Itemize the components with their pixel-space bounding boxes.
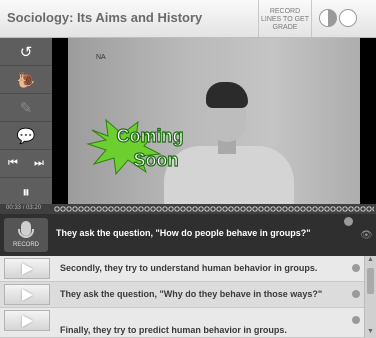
replay-button[interactable]: ↺ bbox=[0, 38, 52, 66]
pie-half-icon bbox=[319, 9, 337, 27]
video-player[interactable]: NA Coming Soon bbox=[52, 38, 376, 204]
status-dot-icon bbox=[352, 316, 360, 324]
transcript-line-text: They ask the question, "Why do they beha… bbox=[60, 289, 323, 299]
transcript-line-text: Finally, they try to predict human behav… bbox=[60, 325, 287, 335]
active-transcript-line[interactable]: RECORD They ask the question, "How do pe… bbox=[0, 214, 376, 256]
play-line-button[interactable] bbox=[4, 310, 50, 331]
play-line-button[interactable] bbox=[4, 284, 50, 305]
record-lines-label: RECORD LINES TO GET GRADE bbox=[261, 8, 309, 31]
next-icon: ⏭ bbox=[34, 157, 44, 169]
status-dot-icon bbox=[352, 264, 360, 272]
microphone-stand-icon bbox=[18, 229, 34, 238]
previous-button[interactable]: ⏮ bbox=[0, 150, 26, 178]
scroll-thumb[interactable] bbox=[367, 268, 374, 294]
player-controls: ↺ 🐌 ✎ 💬 ⏮ ⏭ ⏸ bbox=[0, 38, 52, 204]
replay-icon: ↺ bbox=[19, 43, 33, 61]
transcript-panel: RECORD They ask the question, "How do pe… bbox=[0, 214, 376, 338]
header-bar: Sociology: Its Aims and History RECORD L… bbox=[0, 0, 376, 38]
play-line-button[interactable] bbox=[4, 258, 50, 279]
transcript-row[interactable]: They ask the question, "Why do they beha… bbox=[0, 282, 364, 308]
timeline-bar[interactable]: 00:33 / 03:20 bbox=[0, 204, 376, 214]
status-dot-icon bbox=[352, 290, 360, 298]
lesson-title: Sociology: Its Aims and History bbox=[7, 10, 203, 25]
previous-icon: ⏮ bbox=[8, 157, 18, 169]
pause-icon: ⏸ bbox=[22, 183, 30, 201]
scroll-down-icon[interactable]: ▼ bbox=[367, 328, 374, 335]
record-button[interactable]: RECORD bbox=[4, 218, 48, 252]
navigation-row: ⏮ ⏭ bbox=[0, 150, 52, 178]
eye-icon[interactable]: 👁 bbox=[360, 230, 373, 241]
video-corner-tag: NA bbox=[96, 54, 106, 61]
coming-text: Coming bbox=[117, 126, 184, 146]
chat-icon: 💬 bbox=[16, 127, 36, 145]
total-time: 03:20 bbox=[26, 205, 42, 211]
chat-button[interactable]: 💬 bbox=[0, 122, 52, 150]
active-line-text: They ask the question, "How do people be… bbox=[56, 228, 311, 238]
snail-icon: 🐌 bbox=[16, 71, 36, 89]
empty-circle-icon bbox=[339, 9, 357, 27]
soon-text: Soon bbox=[134, 150, 179, 170]
timeline-dots[interactable] bbox=[54, 206, 374, 212]
scroll-up-icon[interactable]: ▲ bbox=[367, 256, 374, 263]
translate-button[interactable]: ✎ bbox=[0, 94, 52, 122]
record-lines-hint: RECORD LINES TO GET GRADE bbox=[258, 0, 312, 37]
time-readout: 00:33 / 03:20 bbox=[6, 205, 41, 211]
transcript-row[interactable]: Secondly, they try to understand human b… bbox=[0, 256, 364, 282]
transcript-scrollbar[interactable]: ▲ ▼ bbox=[364, 256, 376, 338]
transcript-line-text: Secondly, they try to understand human b… bbox=[60, 263, 318, 273]
transcript-row[interactable]: Finally, they try to predict human behav… bbox=[0, 308, 364, 338]
status-dot-icon bbox=[344, 217, 353, 226]
translate-icon: ✎ bbox=[19, 99, 33, 117]
record-label: RECORD bbox=[12, 242, 39, 248]
pause-button[interactable]: ⏸ bbox=[0, 178, 52, 206]
next-button[interactable]: ⏭ bbox=[26, 150, 52, 178]
coming-soon-badge: Coming Soon bbox=[86, 118, 184, 176]
slow-speed-button[interactable]: 🐌 bbox=[0, 66, 52, 94]
elapsed-time: 00:33 bbox=[6, 205, 22, 211]
